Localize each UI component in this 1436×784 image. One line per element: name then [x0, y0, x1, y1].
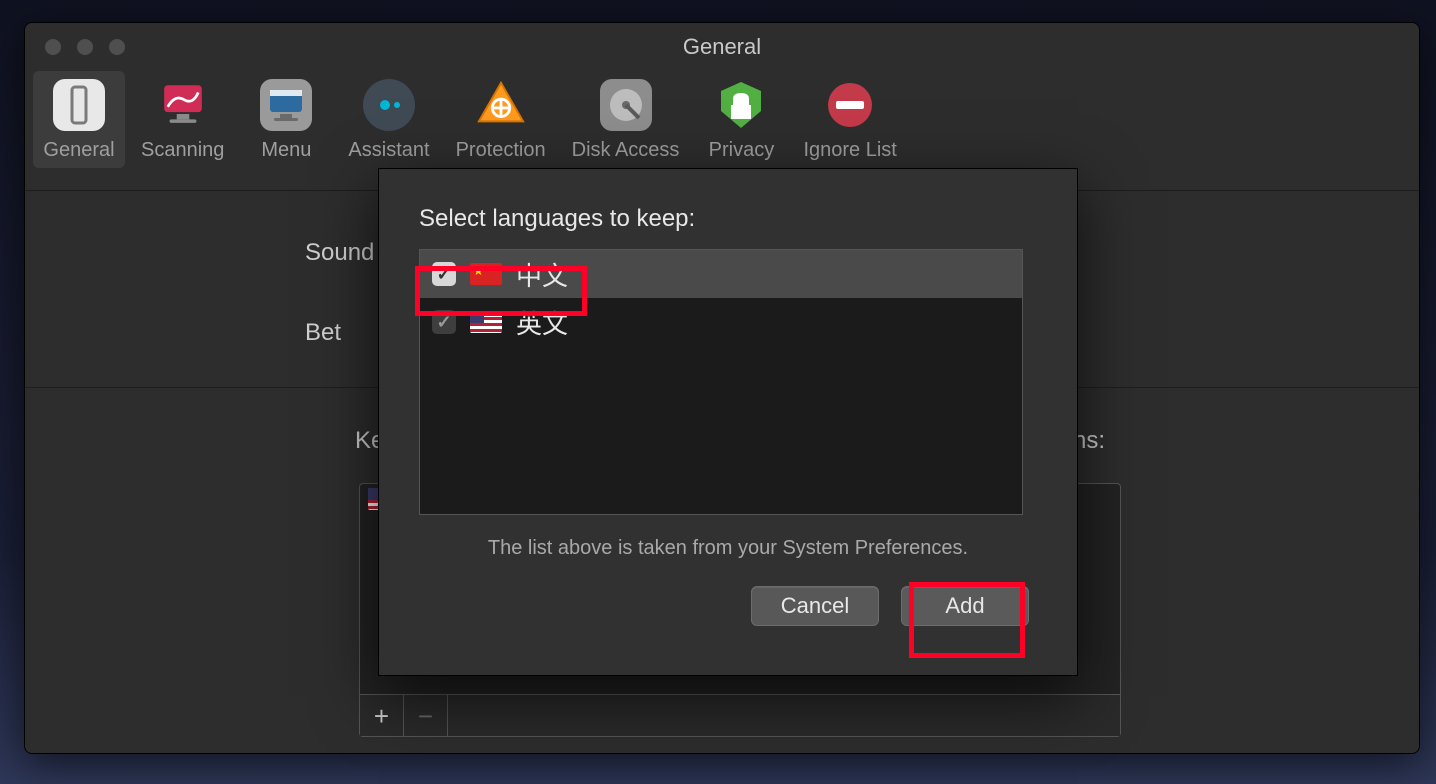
cancel-button[interactable]: Cancel: [751, 586, 879, 626]
list-footer: + −: [360, 694, 1120, 736]
zoom-window-button[interactable]: [109, 39, 125, 55]
dialog-title: Select languages to keep:: [379, 169, 1077, 249]
tab-menu[interactable]: Menu: [240, 71, 332, 168]
tab-general[interactable]: General: [33, 71, 125, 168]
tab-disk-access[interactable]: Disk Access: [562, 71, 690, 168]
tab-protection[interactable]: Protection: [446, 71, 556, 168]
flag-cn-icon: [470, 263, 502, 285]
dialog-hint: The list above is taken from your System…: [379, 537, 1077, 560]
assistant-icon: [363, 79, 415, 131]
tab-label: Disk Access: [572, 139, 680, 162]
tab-label: General: [43, 139, 114, 162]
add-language-button[interactable]: +: [360, 695, 404, 737]
general-icon: [53, 79, 105, 131]
add-button[interactable]: Add: [901, 586, 1029, 626]
tab-scanning[interactable]: Scanning: [131, 71, 234, 168]
tab-assistant[interactable]: Assistant: [338, 71, 439, 168]
titlebar: General: [25, 23, 1419, 71]
disk-access-icon: [600, 79, 652, 131]
tab-label: Scanning: [141, 139, 224, 162]
close-window-button[interactable]: [45, 39, 61, 55]
tab-ignore-list[interactable]: Ignore List: [793, 71, 906, 168]
ignore-list-icon: [824, 79, 876, 131]
remove-language-button[interactable]: −: [404, 695, 448, 737]
tab-label: Privacy: [709, 139, 775, 162]
protection-icon: [475, 79, 527, 131]
tab-privacy[interactable]: Privacy: [695, 71, 787, 168]
tab-label: Protection: [456, 139, 546, 162]
select-languages-dialog: Select languages to keep: ✓ 中文 ✓ 英文 The …: [378, 168, 1078, 676]
checkbox-icon[interactable]: ✓: [432, 310, 456, 334]
traffic-lights: [45, 39, 125, 55]
language-row-english[interactable]: ✓ 英文: [420, 298, 1022, 346]
language-row-chinese[interactable]: ✓ 中文: [420, 250, 1022, 298]
privacy-icon: [715, 79, 767, 131]
language-list[interactable]: ✓ 中文 ✓ 英文: [419, 249, 1023, 515]
scanning-icon: [157, 79, 209, 131]
window-title: General: [25, 34, 1419, 60]
tab-label: Ignore List: [803, 139, 896, 162]
menu-icon: [260, 79, 312, 131]
tab-label: Menu: [261, 139, 311, 162]
minimize-window-button[interactable]: [77, 39, 93, 55]
side-labels: Sound Bet: [305, 239, 374, 399]
flag-us-icon: [470, 311, 502, 333]
checkbox-icon[interactable]: ✓: [432, 262, 456, 286]
language-name: 中文: [516, 256, 568, 293]
sound-label: Sound: [305, 239, 374, 267]
language-name: 英文: [516, 304, 568, 341]
beta-label: Bet: [305, 319, 374, 347]
dialog-buttons: Cancel Add: [379, 560, 1077, 626]
tab-label: Assistant: [348, 139, 429, 162]
